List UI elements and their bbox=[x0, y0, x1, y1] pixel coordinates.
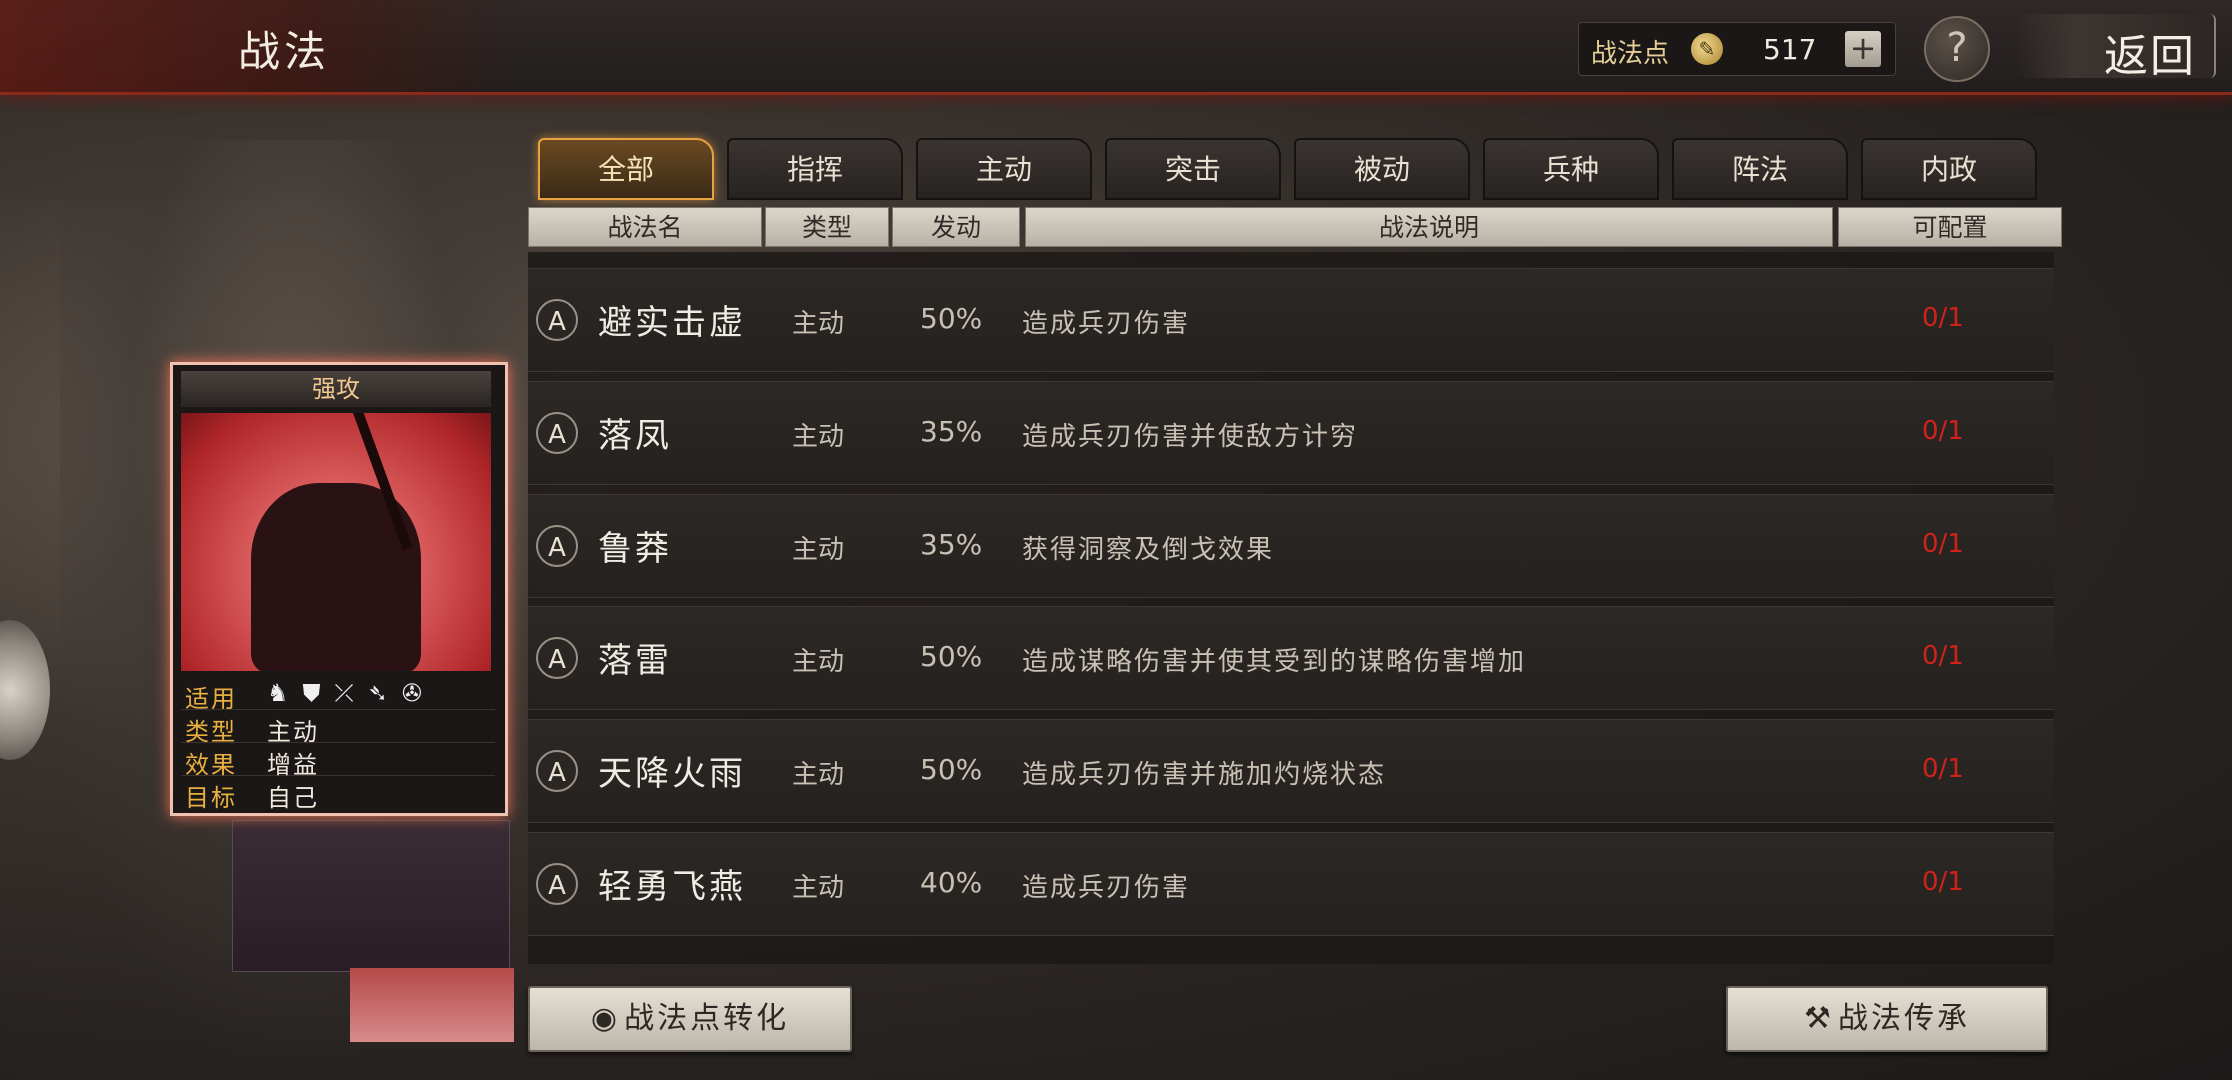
card-apply-row: 适用 ♞⛊⤫➴✇ bbox=[181, 677, 495, 713]
column-header-type[interactable]: 类型 bbox=[765, 207, 889, 247]
card-info: 适用 ♞⛊⤫➴✇ 类型 主动 效果 增益 目标 自己 bbox=[181, 677, 495, 812]
tactic-trigger-rate: 35% bbox=[920, 415, 983, 448]
inherit-tactic-label: 战法传承 bbox=[1837, 1001, 1970, 1036]
tab-assault[interactable]: 突击 bbox=[1105, 138, 1281, 200]
grade-a-icon: A bbox=[536, 863, 578, 905]
back-button[interactable]: 返回 bbox=[2014, 14, 2216, 82]
convert-points-button[interactable]: ◉ 战法点转化 bbox=[528, 986, 852, 1052]
tactic-description: 造成兵刃伤害并施加灼烧状态 bbox=[1022, 760, 1387, 790]
tactic-type: 主动 bbox=[792, 309, 845, 339]
tactic-trigger-rate: 35% bbox=[920, 528, 983, 561]
tactic-name: 落雷 bbox=[598, 641, 672, 681]
grade-a-icon: A bbox=[536, 750, 578, 792]
tactic-detail-card[interactable]: 强攻 适用 ♞⛊⤫➴✇ 类型 主动 效果 增益 目标 自己 bbox=[170, 362, 508, 816]
tab-active[interactable]: 主动 bbox=[916, 138, 1092, 200]
grade-a-icon: A bbox=[536, 299, 578, 341]
tactic-card-back-2 bbox=[350, 968, 514, 1042]
card-type-row: 类型 主动 bbox=[181, 710, 495, 746]
table-row[interactable]: A 天降火雨 主动 50% 造成兵刃伤害并施加灼烧状态 0/1 bbox=[528, 719, 2054, 823]
tactic-type: 主动 bbox=[792, 760, 845, 790]
tactic-points-coin-icon: ✎ bbox=[1691, 33, 1723, 65]
tactic-name: 落凤 bbox=[598, 416, 672, 456]
card-target-value: 自己 bbox=[267, 784, 319, 812]
tactic-name: 轻勇飞燕 bbox=[598, 867, 746, 907]
tab-command[interactable]: 指挥 bbox=[727, 138, 903, 200]
tactic-trigger-rate: 50% bbox=[920, 753, 983, 786]
tab-formation[interactable]: 阵法 bbox=[1672, 138, 1848, 200]
tactic-trigger-rate: 40% bbox=[920, 866, 983, 899]
tactic-points-panel: 战法点 ✎ 517 + bbox=[1578, 22, 1896, 76]
tactic-config-count: 0/1 bbox=[1922, 303, 1964, 333]
card-type-value: 主动 bbox=[267, 718, 319, 746]
tactic-config-count: 0/1 bbox=[1922, 529, 1964, 559]
tactic-name: 避实击虚 bbox=[598, 303, 746, 343]
table-row[interactable]: A 轻勇飞燕 主动 40% 造成兵刃伤害 0/1 bbox=[528, 832, 2054, 936]
tab-internal[interactable]: 内政 bbox=[1861, 138, 2037, 200]
tactic-type: 主动 bbox=[792, 873, 845, 903]
tactic-type: 主动 bbox=[792, 647, 845, 677]
tactic-points-label: 战法点 bbox=[1591, 39, 1670, 69]
column-header-trigger[interactable]: 发动 bbox=[892, 207, 1020, 247]
inherit-tactic-button[interactable]: ⚒ 战法传承 bbox=[1726, 986, 2048, 1052]
tactic-description: 造成谋略伤害并使其受到的谋略伤害增加 bbox=[1022, 647, 1527, 677]
flame-icon: ◉ bbox=[590, 1001, 621, 1036]
card-effect-row: 效果 增益 bbox=[181, 743, 495, 779]
add-points-button[interactable]: + bbox=[1845, 31, 1881, 67]
card-effect-value: 增益 bbox=[267, 751, 319, 779]
tactic-type: 主动 bbox=[792, 422, 845, 452]
convert-points-label: 战法点转化 bbox=[624, 1001, 790, 1036]
page-title: 战法 bbox=[238, 27, 331, 76]
table-row[interactable]: A 鲁莽 主动 35% 获得洞察及倒戈效果 0/1 bbox=[528, 494, 2054, 598]
tactic-config-count: 0/1 bbox=[1922, 416, 1964, 446]
card-artwork-image bbox=[181, 413, 491, 671]
tab-passive[interactable]: 被动 bbox=[1294, 138, 1470, 200]
back-label: 返回 bbox=[2104, 31, 2196, 82]
column-header-name[interactable]: 战法名 bbox=[528, 207, 762, 247]
column-header-description: 战法说明 bbox=[1025, 207, 1833, 247]
tactic-description: 获得洞察及倒戈效果 bbox=[1022, 535, 1275, 565]
troop-type-icons: ♞⛊⤫➴✇ bbox=[267, 679, 436, 707]
table-row[interactable]: A 落雷 主动 50% 造成谋略伤害并使其受到的谋略伤害增加 0/1 bbox=[528, 606, 2054, 710]
hammer-icon: ⚒ bbox=[1804, 1001, 1834, 1036]
card-apply-label: 适用 bbox=[185, 685, 237, 713]
table-row[interactable]: A 避实击虚 主动 50% 造成兵刃伤害 0/1 bbox=[528, 268, 2054, 372]
tactic-config-count: 0/1 bbox=[1922, 867, 1964, 897]
spear-icon: ➴ bbox=[367, 679, 402, 707]
card-type-label: 类型 bbox=[185, 718, 237, 746]
grade-a-icon: A bbox=[536, 412, 578, 454]
tab-troop[interactable]: 兵种 bbox=[1483, 138, 1659, 200]
cavalry-icon: ♞ bbox=[267, 679, 303, 707]
top-bar: 战法 战法点 ✎ 517 + ? 返回 bbox=[0, 0, 2232, 95]
card-title: 强攻 bbox=[181, 371, 491, 407]
tactic-description: 造成兵刃伤害并使敌方计穷 bbox=[1022, 422, 1359, 452]
column-header-config[interactable]: 可配置 bbox=[1838, 207, 2062, 247]
card-target-label: 目标 bbox=[185, 784, 237, 812]
card-effect-label: 效果 bbox=[185, 751, 237, 779]
tactic-name: 天降火雨 bbox=[598, 754, 746, 794]
grade-a-icon: A bbox=[536, 525, 578, 567]
wheel-icon: ✇ bbox=[401, 679, 436, 707]
tab-all[interactable]: 全部 bbox=[538, 138, 714, 200]
bow-icon: ⤫ bbox=[334, 679, 368, 707]
tactic-points-value: 517 bbox=[1763, 33, 1817, 66]
tactic-trigger-rate: 50% bbox=[920, 302, 983, 335]
tactic-type: 主动 bbox=[792, 535, 845, 565]
help-button[interactable]: ? bbox=[1924, 16, 1990, 82]
tactic-description: 造成兵刃伤害 bbox=[1022, 873, 1191, 903]
tactic-config-count: 0/1 bbox=[1922, 754, 1964, 784]
grade-a-icon: A bbox=[536, 637, 578, 679]
tactic-trigger-rate: 50% bbox=[920, 640, 983, 673]
tactic-name: 鲁莽 bbox=[598, 529, 672, 569]
tactic-config-count: 0/1 bbox=[1922, 641, 1964, 671]
tactic-description: 造成兵刃伤害 bbox=[1022, 309, 1191, 339]
card-target-row: 目标 自己 bbox=[181, 776, 495, 812]
tactic-card-back bbox=[232, 820, 510, 972]
shield-icon: ⛊ bbox=[302, 679, 335, 707]
table-row[interactable]: A 落凤 主动 35% 造成兵刃伤害并使敌方计穷 0/1 bbox=[528, 381, 2054, 485]
